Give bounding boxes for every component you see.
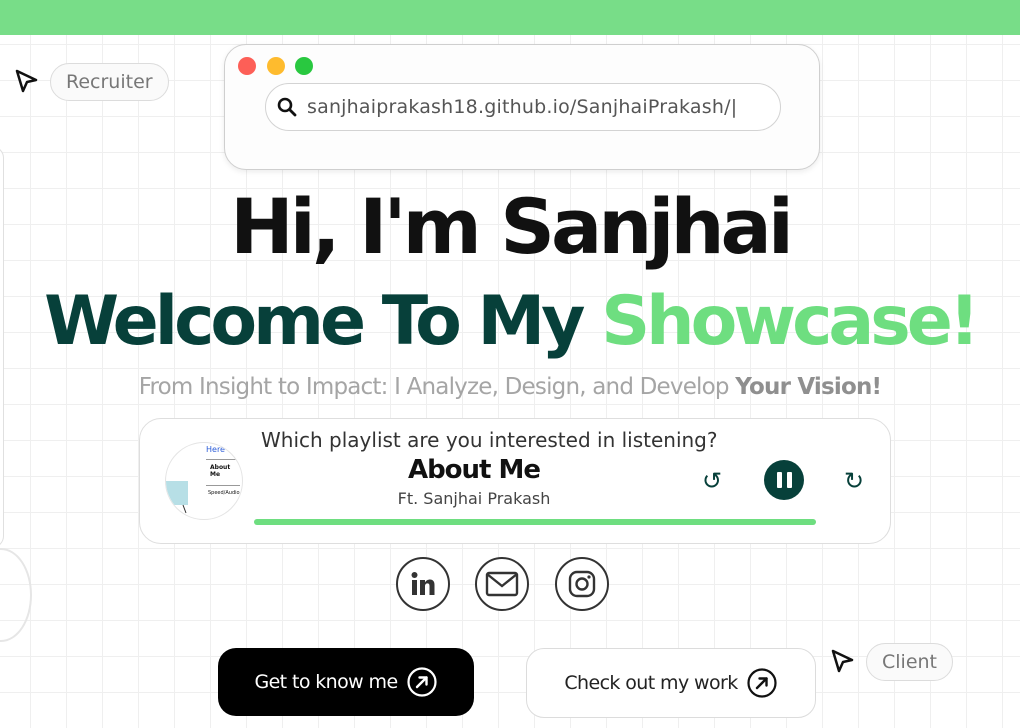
arrow-up-right-icon	[747, 668, 777, 698]
arrow-up-right-icon	[406, 667, 437, 697]
playlist-question: Which playlist are you interested in lis…	[261, 428, 718, 452]
tagline: From Insight to Impact: I Analyze, Desig…	[0, 370, 1020, 404]
search-icon	[277, 97, 297, 117]
pause-bar-right	[786, 472, 792, 488]
linkedin-button[interactable]	[396, 557, 450, 611]
tagline-text: From Insight to Impact: I Analyze, Desig…	[138, 374, 730, 400]
hero-welcome: Welcome To My Showcase!	[0, 272, 1020, 372]
recruiter-label: Recruiter	[50, 63, 169, 101]
progress-fill	[254, 519, 816, 525]
primary-button-label: Get to know me	[254, 671, 398, 693]
email-button[interactable]	[475, 557, 529, 611]
top-bar	[0, 0, 1020, 35]
hero-greeting: Hi, I'm Sanjhai	[230, 182, 794, 271]
minimize-dot[interactable]	[267, 57, 285, 75]
playlist-player: Here About Me Speed/Audio Which playlist…	[139, 418, 891, 544]
close-dot[interactable]	[238, 57, 256, 75]
linkedin-icon	[411, 572, 435, 595]
welcome-accent: Showcase!	[601, 282, 980, 361]
pause-bar-left	[776, 472, 782, 488]
check-out-my-work-button[interactable]: Check out my work	[526, 648, 816, 718]
client-tag: Client	[830, 643, 954, 681]
browser-window: sanjhaiprakash18.github.io/SanjhaiPrakas…	[224, 44, 820, 170]
rewind-icon[interactable]: ↺	[702, 469, 722, 493]
progress-bar[interactable]	[254, 519, 816, 525]
maximize-dot[interactable]	[295, 57, 313, 75]
client-label: Client	[866, 643, 954, 681]
instagram-button[interactable]	[555, 557, 609, 611]
get-to-know-me-button[interactable]: Get to know me	[218, 648, 474, 716]
mail-icon	[485, 571, 519, 597]
forward-icon[interactable]: ↻	[844, 469, 864, 493]
recruiter-tag: Recruiter	[14, 63, 169, 101]
pause-button[interactable]	[764, 460, 804, 500]
address-bar[interactable]: sanjhaiprakash18.github.io/SanjhaiPrakas…	[265, 83, 781, 131]
instagram-icon	[568, 570, 596, 598]
welcome-text: Welcome To My	[44, 282, 585, 361]
secondary-button-label: Check out my work	[564, 672, 738, 694]
side-ring-decoration	[0, 548, 32, 642]
address-text: sanjhaiprakash18.github.io/SanjhaiPrakas…	[307, 96, 738, 118]
cursor-arrow-icon	[15, 69, 38, 93]
tagline-bold: Your Vision!	[735, 374, 882, 400]
cursor-arrow-icon	[831, 649, 854, 673]
